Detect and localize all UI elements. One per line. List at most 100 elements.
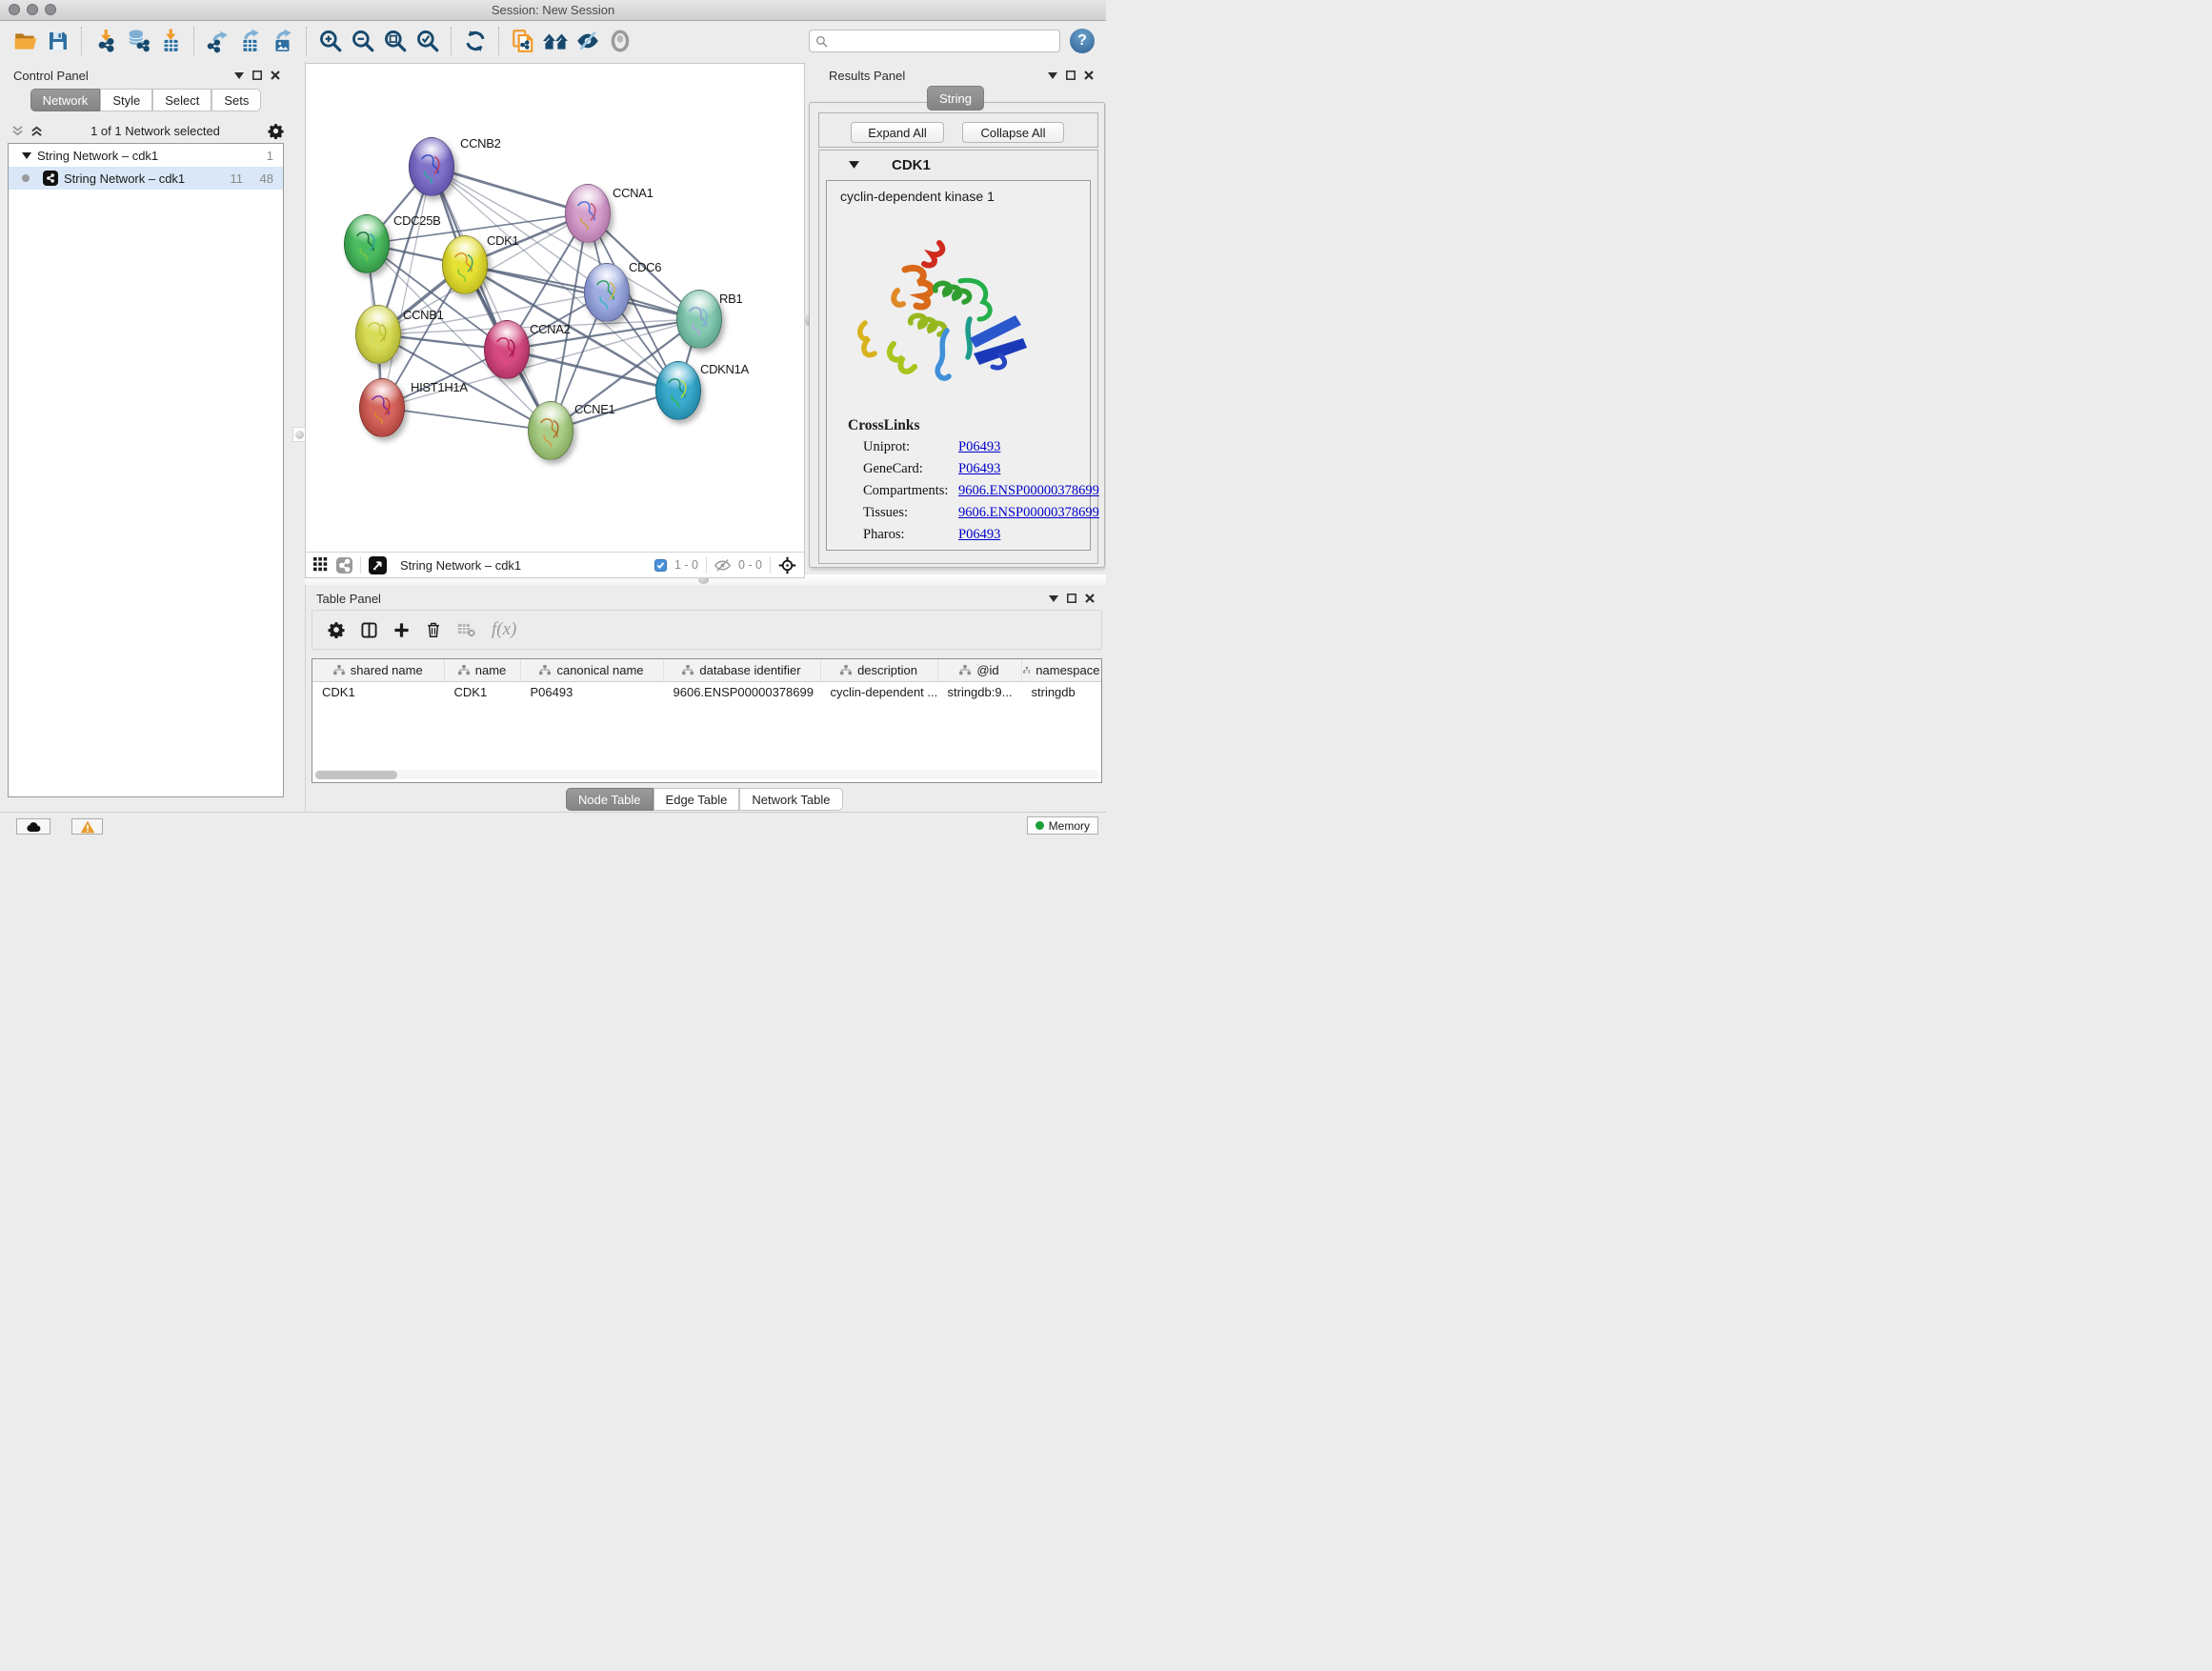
panel-menu-icon[interactable]: [1048, 72, 1057, 79]
zoom-out-icon[interactable]: [349, 27, 377, 55]
panel-close-icon[interactable]: [1085, 594, 1095, 603]
network-node-ccnb1[interactable]: [355, 305, 401, 364]
network-edge[interactable]: [432, 167, 588, 213]
network-node-ccnb2[interactable]: [409, 137, 454, 196]
table-settings-icon[interactable]: [328, 621, 345, 638]
open-session-icon[interactable]: [11, 27, 40, 55]
import-network-database-icon[interactable]: [124, 27, 152, 55]
table-cell[interactable]: P06493: [520, 682, 663, 702]
table-cell[interactable]: 9606.ENSP00000378699: [663, 682, 820, 702]
tab-select[interactable]: Select: [152, 89, 211, 111]
network-node-ccna2[interactable]: [484, 320, 530, 379]
grid-view-icon[interactable]: [313, 557, 329, 573]
node-label-rb1: RB1: [719, 292, 742, 306]
memory-button[interactable]: Memory: [1027, 816, 1098, 835]
gear-icon[interactable]: [268, 123, 284, 139]
tab-string[interactable]: String: [927, 86, 984, 111]
left-splitter-handle[interactable]: [292, 427, 306, 442]
section-collapse-icon[interactable]: [849, 161, 859, 169]
export-image-icon[interactable]: [269, 27, 297, 55]
fit-selected-crosshair-icon[interactable]: [778, 556, 796, 574]
cloud-status-button[interactable]: [16, 818, 50, 835]
network-node-ccna1[interactable]: [565, 184, 611, 243]
search-field[interactable]: [809, 30, 1060, 52]
tree-expand-icon[interactable]: [22, 152, 31, 159]
zoom-fit-icon[interactable]: [381, 27, 410, 55]
network-node-cdk1[interactable]: [442, 235, 488, 294]
panel-float-icon[interactable]: [1066, 70, 1076, 80]
selected-checkbox-icon[interactable]: [654, 559, 667, 572]
panel-float-icon[interactable]: [252, 70, 262, 80]
table-cell[interactable]: CDK1: [444, 682, 520, 702]
collapse-all-icon[interactable]: [11, 125, 24, 137]
network-edge[interactable]: [465, 265, 699, 319]
crosslink-link[interactable]: 9606.ENSP00000378699: [958, 505, 1099, 521]
show-hidden-icon[interactable]: [606, 27, 634, 55]
table-row[interactable]: CDK1CDK1P064939606.ENSP00000378699cyclin…: [312, 682, 1101, 702]
export-network-icon[interactable]: [204, 27, 232, 55]
tab-node-table[interactable]: Node Table: [566, 788, 654, 811]
show-columns-icon[interactable]: [361, 622, 377, 638]
crosslink-link[interactable]: P06493: [958, 439, 1000, 455]
tab-sets[interactable]: Sets: [211, 89, 261, 111]
export-table-icon[interactable]: [236, 27, 265, 55]
refresh-layout-icon[interactable]: [461, 27, 490, 55]
network-row[interactable]: String Network – cdk1 11 48: [9, 167, 283, 190]
tab-style[interactable]: Style: [100, 89, 152, 111]
import-table-icon[interactable]: [156, 27, 185, 55]
crosslinks-title: CrossLinks: [848, 417, 920, 434]
scrollbar-thumb[interactable]: [315, 771, 397, 779]
column-header-description[interactable]: description: [820, 659, 937, 682]
crosslink-link[interactable]: P06493: [958, 461, 1000, 477]
clone-network-icon[interactable]: [509, 27, 537, 55]
delete-column-icon[interactable]: [426, 621, 441, 638]
table-cell[interactable]: stringdb: [1021, 682, 1101, 702]
tab-edge-table[interactable]: Edge Table: [654, 788, 740, 811]
table-cell[interactable]: stringdb:9...: [937, 682, 1021, 702]
zoom-in-icon[interactable]: [316, 27, 345, 55]
birds-eye-view-icon[interactable]: [369, 556, 387, 574]
save-session-icon[interactable]: [44, 27, 72, 55]
network-node-hist1h1a[interactable]: [359, 378, 405, 437]
show-panels-icon[interactable]: [541, 27, 570, 55]
network-node-cdkn1a[interactable]: [655, 361, 701, 420]
zoom-selected-icon[interactable]: [413, 27, 442, 55]
column-header-id[interactable]: @id: [937, 659, 1021, 682]
crosslink-link[interactable]: 9606.ENSP00000378699: [958, 483, 1099, 499]
column-header-name[interactable]: name: [444, 659, 520, 682]
column-header-shared-name[interactable]: shared name: [312, 659, 444, 682]
network-node-rb1[interactable]: [676, 290, 722, 349]
network-share-icon[interactable]: [336, 557, 352, 574]
crosslink-link[interactable]: P06493: [958, 527, 1000, 543]
expand-all-button[interactable]: Expand All: [851, 122, 944, 143]
add-column-icon[interactable]: [393, 622, 410, 638]
import-network-icon[interactable]: [91, 27, 120, 55]
left-splitter[interactable]: [292, 61, 306, 812]
help-icon[interactable]: ?: [1070, 29, 1095, 53]
search-input[interactable]: [833, 33, 1054, 49]
network-edge[interactable]: [382, 408, 551, 431]
collapse-all-button[interactable]: Collapse All: [962, 122, 1064, 143]
column-header-namespace[interactable]: namespace: [1021, 659, 1101, 682]
table-cell[interactable]: cyclin-dependent ...: [820, 682, 937, 702]
crosslink-label: Uniprot:: [863, 439, 958, 455]
panel-float-icon[interactable]: [1067, 594, 1076, 603]
expand-all-icon[interactable]: [30, 125, 43, 137]
column-header-database-identifier[interactable]: database identifier: [663, 659, 820, 682]
network-node-cdc6[interactable]: [584, 263, 630, 322]
tab-network[interactable]: Network: [30, 89, 101, 111]
network-canvas[interactable]: CCNB2CCNA1CDC25BCDK1CDC6RB1CCNB1CCNA2CDK…: [306, 64, 804, 552]
table-cell[interactable]: CDK1: [312, 682, 444, 702]
panel-close-icon[interactable]: [1084, 70, 1094, 80]
network-node-cdc25b[interactable]: [344, 214, 390, 273]
panel-close-icon[interactable]: [271, 70, 280, 80]
hide-selected-icon[interactable]: [573, 27, 602, 55]
panel-menu-icon[interactable]: [234, 72, 244, 79]
column-header-canonical-name[interactable]: canonical name: [520, 659, 663, 682]
warning-status-button[interactable]: [71, 818, 103, 835]
table-horizontal-scrollbar[interactable]: [314, 770, 1099, 779]
network-collection-row[interactable]: String Network – cdk1 1: [9, 144, 283, 167]
panel-menu-icon[interactable]: [1049, 595, 1058, 602]
tab-network-table[interactable]: Network Table: [739, 788, 842, 811]
network-node-ccne1[interactable]: [528, 401, 573, 460]
